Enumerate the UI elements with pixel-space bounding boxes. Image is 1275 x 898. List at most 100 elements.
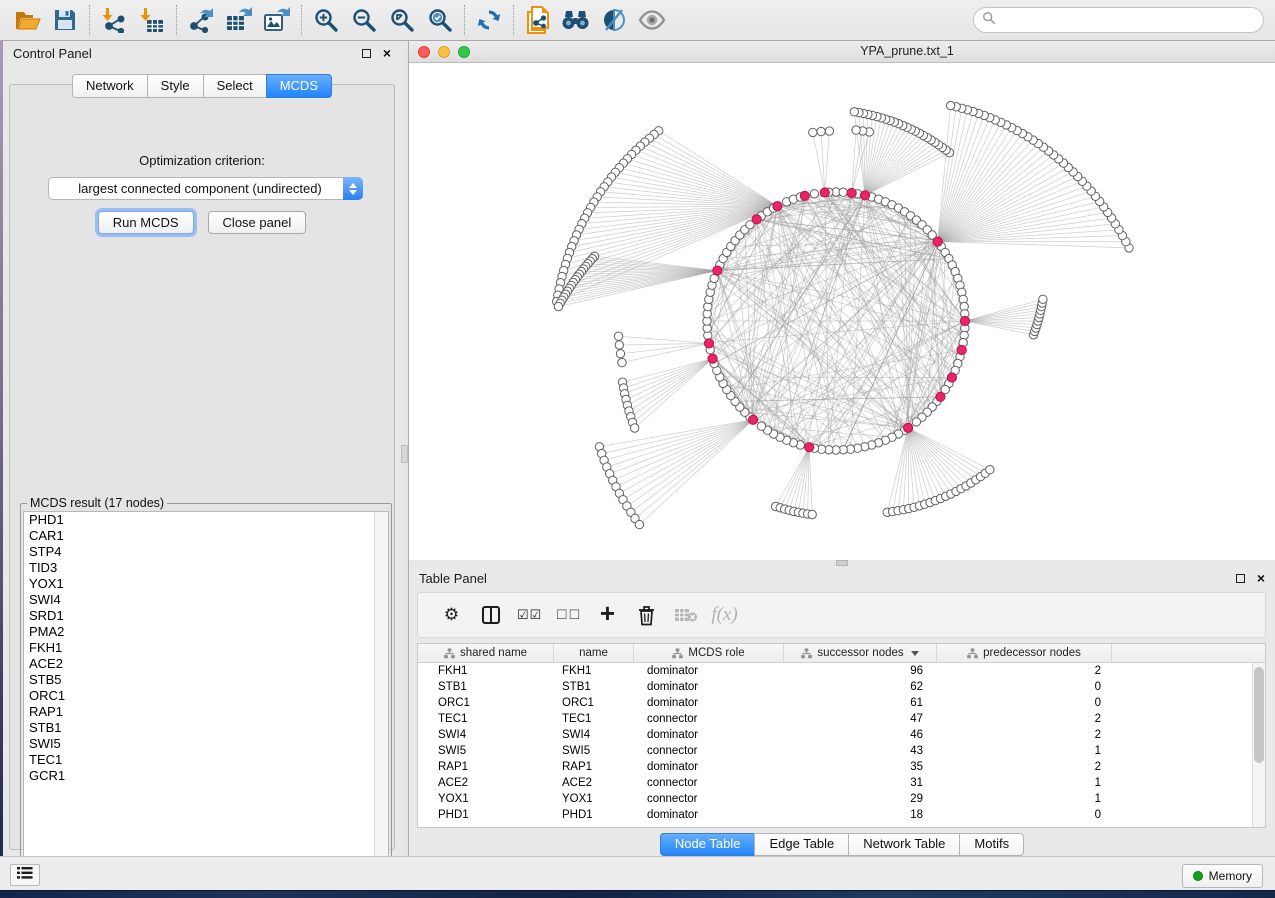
column-header-name[interactable]: name xyxy=(554,644,634,662)
vertical-splitter[interactable] xyxy=(401,41,409,856)
task-history-button[interactable] xyxy=(10,864,40,886)
delete-table-icon[interactable] xyxy=(666,597,705,633)
table-cell: connector xyxy=(634,743,784,759)
table-cell: SWI4 xyxy=(554,727,634,743)
search-field[interactable] xyxy=(973,7,1264,33)
mcds-result-item[interactable]: CAR1 xyxy=(24,528,388,544)
tab-node-table[interactable]: Node Table xyxy=(660,833,755,856)
table-row[interactable]: RAP1RAP1dominator352 xyxy=(418,759,1265,775)
network-canvas[interactable] xyxy=(409,63,1275,560)
table-row[interactable]: TEC1TEC1connector472 xyxy=(418,711,1265,727)
table-row[interactable]: YOX1YOX1connector291 xyxy=(418,791,1265,807)
new-network-icon[interactable] xyxy=(519,3,557,37)
control-panel-title: Control Panel xyxy=(13,46,92,61)
table-row[interactable]: ORC1ORC1dominator610 xyxy=(418,695,1265,711)
refresh-icon[interactable] xyxy=(470,3,508,37)
mcds-result-item[interactable]: TID3 xyxy=(24,560,388,576)
table-cell: TEC1 xyxy=(554,711,634,727)
mcds-result-item[interactable]: FKH1 xyxy=(24,640,388,656)
mcds-result-title: MCDS result (17 nodes) xyxy=(27,496,167,510)
zoom-out-icon[interactable] xyxy=(345,3,383,37)
network-graph[interactable] xyxy=(409,63,1275,560)
table-cell: dominator xyxy=(634,663,784,679)
table-settings-icon[interactable]: ⚙ xyxy=(432,597,471,633)
float-panel-icon[interactable] xyxy=(362,49,371,58)
table-row[interactable]: SWI5SWI5connector431 xyxy=(418,743,1265,759)
mcds-result-item[interactable]: STB1 xyxy=(24,720,388,736)
toolbar-separator xyxy=(301,5,302,35)
table-cell: 61 xyxy=(784,695,937,711)
mcds-result-item[interactable]: PHD1 xyxy=(24,512,388,528)
column-header-shared-name[interactable]: shared name xyxy=(418,644,554,662)
function-builder-icon[interactable]: f(x) xyxy=(705,597,744,633)
table-scrollbar[interactable] xyxy=(1252,663,1265,827)
table-cell: FKH1 xyxy=(418,663,554,679)
table-row[interactable]: FKH1FKH1dominator962 xyxy=(418,663,1265,679)
export-network-icon[interactable] xyxy=(182,3,220,37)
mcds-result-item[interactable]: TEC1 xyxy=(24,752,388,768)
mcds-result-item[interactable]: YOX1 xyxy=(24,576,388,592)
close-panel-icon[interactable]: × xyxy=(383,46,391,60)
table-row[interactable]: SWI4SWI4dominator462 xyxy=(418,727,1265,743)
mcds-result-item[interactable]: PMA2 xyxy=(24,624,388,640)
mcds-result-item[interactable]: RAP1 xyxy=(24,704,388,720)
tab-style[interactable]: Style xyxy=(147,74,203,98)
add-column-icon[interactable]: + xyxy=(588,597,627,633)
mcds-result-item[interactable]: ORC1 xyxy=(24,688,388,704)
table-row[interactable]: STB1STB1dominator620 xyxy=(418,679,1265,695)
column-header-predecessor-nodes[interactable]: predecessor nodes xyxy=(937,644,1112,662)
tab-motifs[interactable]: Motifs xyxy=(959,833,1024,856)
column-header-successor-nodes[interactable]: successor nodes xyxy=(784,644,937,662)
mcds-result-item[interactable]: SWI4 xyxy=(24,592,388,608)
mcds-result-item[interactable]: STP4 xyxy=(24,544,388,560)
delete-column-icon[interactable] xyxy=(627,597,666,633)
mcds-tab-content: Optimization criterion: largest connecte… xyxy=(9,84,395,850)
node-table: shared name nameMCDS rolesuccessor nodesp… xyxy=(417,643,1266,828)
mcds-result-item[interactable]: SRD1 xyxy=(24,608,388,624)
zoom-selected-icon[interactable] xyxy=(421,3,459,37)
table-cell: PHD1 xyxy=(418,807,554,823)
export-image-icon[interactable] xyxy=(258,3,296,37)
search-input[interactable] xyxy=(996,10,1263,30)
toggle-graphics-details-icon[interactable] xyxy=(595,3,633,37)
table-scrollbar-thumb[interactable] xyxy=(1254,667,1264,763)
mcds-result-item[interactable]: ACE2 xyxy=(24,656,388,672)
run-mcds-button[interactable]: Run MCDS xyxy=(98,211,194,234)
import-network-icon[interactable] xyxy=(95,3,133,37)
show-column-icon[interactable] xyxy=(471,597,510,633)
table-cell: 2 xyxy=(937,727,1112,743)
selected-option-label: largest connected component (undirected) xyxy=(49,181,343,196)
column-label: shared name xyxy=(460,647,527,659)
table-row[interactable]: PHD1PHD1dominator180 xyxy=(418,807,1265,823)
find-icon[interactable] xyxy=(557,3,595,37)
table-row[interactable]: ACE2ACE2connector311 xyxy=(418,775,1265,791)
tab-network[interactable]: Network xyxy=(72,74,147,98)
zoom-fit-icon[interactable] xyxy=(383,3,421,37)
zoom-in-icon[interactable] xyxy=(307,3,345,37)
mcds-result-item[interactable]: SWI5 xyxy=(24,736,388,752)
float-table-panel-icon[interactable] xyxy=(1236,574,1245,583)
mcds-result-list[interactable]: PHD1CAR1STP4TID3YOX1SWI4SRD1PMA2FKH1ACE2… xyxy=(23,511,389,872)
tab-edge-table[interactable]: Edge Table xyxy=(754,833,848,856)
tab-mcds[interactable]: MCDS xyxy=(266,74,332,98)
clear-selection-icon[interactable]: ☐☐ xyxy=(549,597,588,633)
column-header-MCDS-role[interactable]: MCDS role xyxy=(634,644,784,662)
result-list-scrollbar[interactable] xyxy=(374,512,388,871)
open-file-icon[interactable] xyxy=(8,3,46,37)
mcds-result-item[interactable]: GCR1 xyxy=(24,768,388,784)
select-all-icon[interactable]: ☑☑ xyxy=(510,597,549,633)
show-hide-icon[interactable] xyxy=(633,3,671,37)
tab-network-table[interactable]: Network Table xyxy=(848,833,959,856)
import-table-icon[interactable] xyxy=(133,3,171,37)
close-table-panel-icon[interactable]: × xyxy=(1257,571,1265,585)
tab-select[interactable]: Select xyxy=(203,74,266,98)
save-session-icon[interactable] xyxy=(46,3,84,37)
network-window-titlebar[interactable]: YPA_prune.txt_1 xyxy=(409,41,1275,63)
export-table-icon[interactable] xyxy=(220,3,258,37)
optimization-criterion-select[interactable]: largest connected component (undirected) xyxy=(48,177,363,200)
mcds-result-item[interactable]: STB5 xyxy=(24,672,388,688)
optimization-criterion-label: Optimization criterion: xyxy=(10,153,394,168)
close-panel-button[interactable]: Close panel xyxy=(208,211,307,234)
vertical-splitter-handle[interactable] xyxy=(401,445,408,463)
memory-button[interactable]: Memory xyxy=(1182,864,1263,888)
